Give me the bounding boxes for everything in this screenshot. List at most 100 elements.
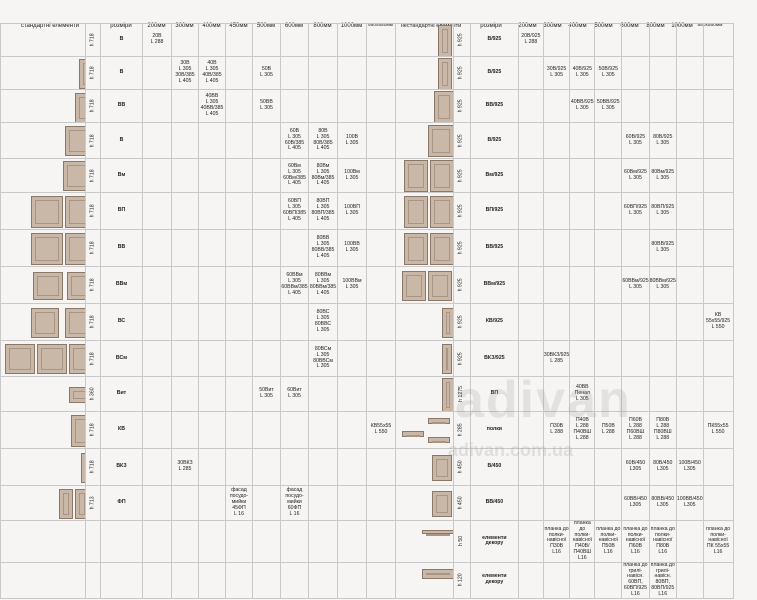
right-height: h 925 [453, 158, 471, 193]
height-label: h 925 [458, 204, 465, 218]
left-height: h 718 [85, 158, 101, 193]
left-size-cell: 50Вит L 305 [252, 376, 281, 412]
right-size-cell: 40ВВ Пенал L 305 [569, 376, 596, 412]
right-size-cell: планка до грилі-навісн. 60ВП, 60ВП/925 L16 [621, 561, 650, 599]
left-size-cell [198, 376, 226, 412]
empty-cell [366, 520, 396, 563]
left-element-drawing [0, 192, 86, 230]
left-size-cell [142, 266, 172, 304]
left-size-cell [280, 89, 309, 123]
cabinet-drawing [59, 488, 73, 519]
right-size-cell [594, 122, 623, 159]
right-size-cell [594, 303, 623, 341]
left-size-cell [366, 340, 396, 377]
right-size-cell [675, 561, 704, 599]
right-size-cell [594, 448, 623, 486]
left-size-cell [280, 56, 309, 90]
left-height: h 713 [85, 485, 101, 521]
cabinet-drawing [402, 270, 426, 301]
right-size-cell: 20В/925 L 288 [517, 23, 544, 57]
left-code: Вм [100, 158, 143, 193]
left-size-cell [142, 56, 172, 90]
right-code: В/925 [469, 23, 519, 57]
left-height: h 718 [85, 23, 101, 57]
left-code: ВСм [100, 340, 143, 377]
left-size-cell [280, 23, 309, 57]
right-size-cell [675, 411, 704, 449]
height-label: h 718 [89, 66, 96, 80]
table-row: h 718 КВ КВ55x55 L 550 h 285 полки П30В L 288 П4… [0, 411, 734, 449]
right-size-cell [517, 376, 544, 412]
left-size-cell [308, 89, 338, 123]
left-element-drawing [0, 448, 86, 486]
right-size-cell: 60В/925 L 305 [621, 122, 650, 159]
height-label: h 285 [458, 423, 465, 437]
left-height: h 718 [85, 411, 101, 449]
right-size-cell: 50ВВ/925 L 305 [594, 89, 623, 123]
left-size-cell [337, 89, 367, 123]
left-size-cell [366, 192, 396, 230]
right-size-cell [542, 303, 571, 341]
left-size-cell [171, 23, 199, 57]
left-size-cell [308, 23, 338, 57]
right-size-cell [621, 23, 650, 57]
left-code: Вит [100, 376, 143, 412]
left-element-drawing [0, 229, 86, 267]
table-row: h 718 В 30В L 305 30В/385 L 405 40В L 305 40В/38… [0, 56, 734, 90]
cabinet-drawing [37, 344, 67, 374]
left-size-cell [142, 376, 172, 412]
height-label: h 718 [89, 315, 96, 329]
right-size-cell [648, 56, 677, 90]
right-size-cell [702, 376, 734, 412]
left-height: h 718 [85, 56, 101, 90]
empty-cell [85, 561, 101, 599]
right-size-cell [675, 23, 704, 57]
left-size-cell [142, 158, 172, 193]
cabinet-drawing [75, 93, 85, 122]
right-size-cell [702, 561, 734, 599]
left-size-cell [225, 158, 253, 193]
cabinet-drawing [430, 195, 453, 228]
left-size-cell [142, 89, 172, 123]
right-height: h 450 [453, 448, 471, 486]
left-size-cell [366, 89, 396, 123]
right-size-cell [702, 266, 734, 304]
cabinet-drawing [75, 488, 85, 519]
right-size-cell [569, 485, 596, 521]
catalog-table: h 718 В 20В L 288 h 925 В/925 20В/925 L 288 h 71… [0, 23, 734, 599]
table-row: h 718 ВВм 60ВВм L 305 60ВВм/385 L 405 80ВВм L 3… [0, 266, 734, 304]
right-code: В/925 [469, 122, 519, 159]
left-size-cell [366, 229, 396, 267]
right-code: ВВ/925 [469, 229, 519, 267]
right-size-cell [594, 229, 623, 267]
left-element-drawing [0, 303, 86, 341]
left-element-drawing [0, 122, 86, 159]
left-size-cell [252, 411, 281, 449]
right-size-cell [675, 122, 704, 159]
right-code: Вм/925 [469, 158, 519, 193]
right-size-cell: 30ВКЗ/925 L 285 [542, 340, 571, 377]
cabinet-drawing [33, 271, 63, 300]
left-size-cell [308, 448, 338, 486]
empty-cell [280, 561, 309, 599]
left-size-cell [225, 23, 253, 57]
left-height: h 718 [85, 303, 101, 341]
empty-cell [280, 520, 309, 563]
right-size-cell: П50В L 288 [594, 411, 623, 449]
right-size-cell [542, 158, 571, 193]
left-element-drawing [0, 158, 86, 193]
left-size-cell [198, 448, 226, 486]
right-size-cell [569, 122, 596, 159]
left-code: ВС [100, 303, 143, 341]
right-height: h 925 [453, 340, 471, 377]
right-height: h 925 [453, 303, 471, 341]
right-height: h 1275 [453, 376, 471, 412]
right-element-drawing [395, 158, 454, 193]
right-size-cell [542, 376, 571, 412]
table-row: h 718 ВСм 80ВСм L 305 80ВВСм L 305 h 925 ВКЗ/92… [0, 340, 734, 377]
height-label: h 925 [458, 352, 465, 365]
right-size-cell [569, 192, 596, 230]
right-size-cell: П30В L 288 [542, 411, 571, 449]
right-height: h 925 [453, 56, 471, 90]
right-size-cell [702, 122, 734, 159]
